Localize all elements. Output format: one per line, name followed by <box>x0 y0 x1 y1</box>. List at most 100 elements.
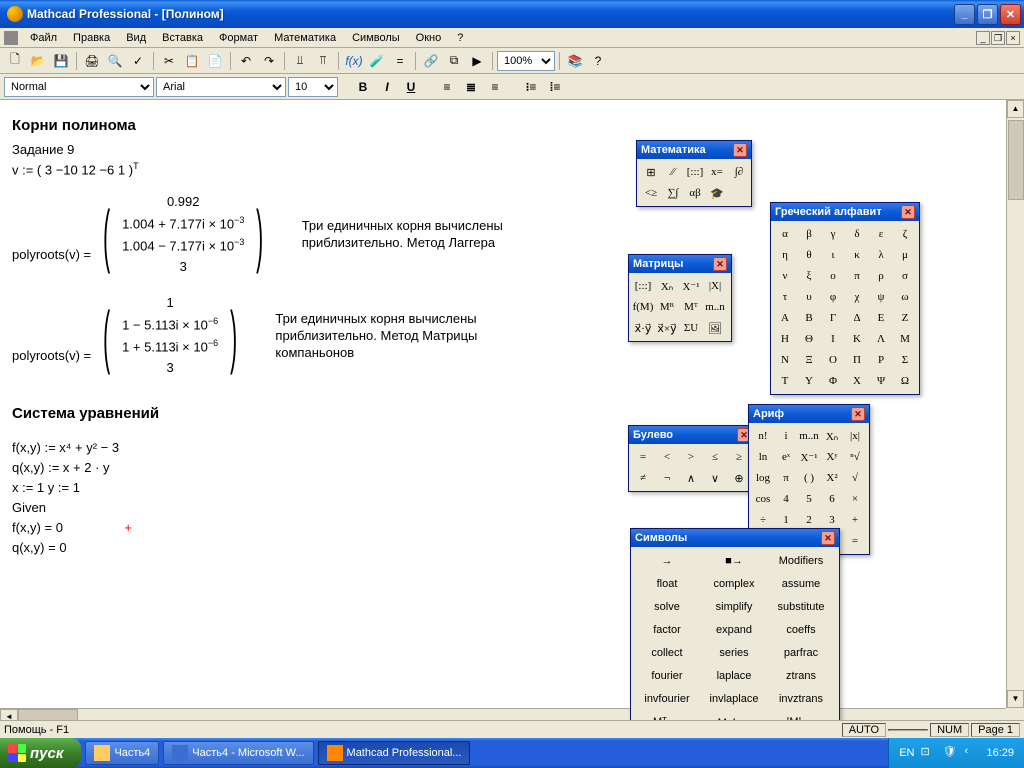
align-right-button[interactable]: ≡ <box>484 76 506 98</box>
palette-button[interactable]: 6 <box>821 489 843 509</box>
palette-button[interactable]: 🖼 <box>704 318 726 338</box>
style-combo[interactable]: Normal <box>4 77 154 97</box>
palette-button[interactable]: Χ <box>846 371 868 391</box>
palette-button[interactable]: [:::] <box>684 162 706 182</box>
palette-button[interactable]: substitute <box>768 596 834 618</box>
font-combo[interactable]: Arial <box>156 77 286 97</box>
palette-button[interactable]: Υ <box>798 371 820 391</box>
palette-button[interactable]: ■→ <box>701 550 767 572</box>
palette-button[interactable]: ¬ <box>656 468 678 488</box>
palette-button[interactable]: α <box>774 224 796 244</box>
palette-button[interactable]: λ <box>870 245 892 265</box>
paste-button[interactable]: 📄 <box>204 50 226 72</box>
palette-button[interactable]: laplace <box>701 665 767 687</box>
palette-button[interactable]: complex <box>701 573 767 595</box>
palette-button[interactable]: solve <box>634 596 700 618</box>
palette-button[interactable]: × <box>844 489 866 509</box>
palette-button[interactable]: ο <box>822 266 844 286</box>
palette-button[interactable]: Φ <box>822 371 844 391</box>
palette-button[interactable]: ω <box>894 287 916 307</box>
palette-button[interactable]: π <box>846 266 868 286</box>
palette-button[interactable]: fourier <box>634 665 700 687</box>
palette-button[interactable]: x= <box>706 162 728 182</box>
palette-button[interactable]: [:::] <box>632 276 654 296</box>
palette-button[interactable]: n! <box>752 426 774 446</box>
palette-button[interactable]: float <box>634 573 700 595</box>
redo-button[interactable]: ↷ <box>258 50 280 72</box>
symbols-palette[interactable]: Символы✕ →■→Modifiersfloatcomplexassumes… <box>630 528 840 737</box>
palette-button[interactable]: ∧ <box>680 468 702 488</box>
menu-Вид[interactable]: Вид <box>118 30 154 46</box>
palette-button[interactable]: 🎓 <box>706 183 728 203</box>
palette-button[interactable]: Ε <box>870 308 892 328</box>
menu-Вставка[interactable]: Вставка <box>154 30 211 46</box>
palette-button[interactable]: ∕⁄ <box>662 162 684 182</box>
tray-icon[interactable]: 🛡 <box>942 745 958 761</box>
palette-button[interactable]: ∫∂ <box>728 162 750 182</box>
palette-button[interactable]: γ <box>822 224 844 244</box>
palette-button[interactable]: < <box>656 447 678 467</box>
menu-?[interactable]: ? <box>449 30 471 46</box>
palette-button[interactable]: x⃗·y⃗ <box>632 318 654 338</box>
function-button[interactable]: f(x) <box>343 50 365 72</box>
menu-Математика[interactable]: Математика <box>266 30 344 46</box>
menu-Формат[interactable]: Формат <box>211 30 266 46</box>
palette-button[interactable]: θ <box>798 245 820 265</box>
palette-button[interactable]: ( ) <box>798 468 820 488</box>
palette-button[interactable]: δ <box>846 224 868 244</box>
palette-button[interactable]: Μ <box>894 329 916 349</box>
palette-button[interactable]: Xʸ <box>821 447 843 467</box>
palette-button[interactable]: ln <box>752 447 774 467</box>
palette-button[interactable]: coeffs <box>768 619 834 641</box>
resource-button[interactable]: 📚 <box>564 50 586 72</box>
close-icon[interactable]: ✕ <box>901 205 915 219</box>
palette-button[interactable]: f(M) <box>632 297 654 317</box>
palette-button[interactable]: i <box>775 426 797 446</box>
palette-button[interactable]: √ <box>844 468 866 488</box>
mdi-restore-button[interactable]: ❐ <box>991 31 1005 45</box>
palette-button[interactable]: collect <box>634 642 700 664</box>
palette-button[interactable]: ⊕ <box>728 468 750 488</box>
bool-palette[interactable]: Булево✕ =<>≤≥≠¬∧∨⊕ <box>628 425 756 492</box>
palette-button[interactable]: 2 <box>798 510 820 530</box>
palette-button[interactable]: η <box>774 245 796 265</box>
palette-button[interactable]: Σ <box>894 350 916 370</box>
palette-button[interactable]: π <box>775 468 797 488</box>
palette-button[interactable]: ι <box>822 245 844 265</box>
palette-button[interactable]: Ω <box>894 371 916 391</box>
copy-button[interactable]: 📋 <box>181 50 203 72</box>
palette-button[interactable]: X⁻¹ <box>798 447 820 467</box>
minimize-button[interactable]: _ <box>954 4 975 25</box>
palette-button[interactable]: υ <box>798 287 820 307</box>
palette-button[interactable]: Xₙ <box>821 426 843 446</box>
palette-button[interactable]: αβ <box>684 183 706 203</box>
palette-button[interactable]: Θ <box>798 329 820 349</box>
menu-Символы[interactable]: Символы <box>344 30 408 46</box>
menu-Файл[interactable]: Файл <box>22 30 65 46</box>
palette-button[interactable]: Λ <box>870 329 892 349</box>
palette-button[interactable]: Ψ <box>870 371 892 391</box>
palette-button[interactable]: ≠ <box>632 468 654 488</box>
palette-button[interactable]: 4 <box>775 489 797 509</box>
palette-button[interactable]: Α <box>774 308 796 328</box>
palette-button[interactable]: ≤ <box>704 447 726 467</box>
palette-button[interactable]: κ <box>846 245 868 265</box>
palette-button[interactable]: = <box>632 447 654 467</box>
save-button[interactable]: 💾 <box>50 50 72 72</box>
mdi-minimize-button[interactable]: _ <box>976 31 990 45</box>
underline-button[interactable]: U <box>400 76 422 98</box>
palette-button[interactable]: X⁻¹ <box>680 276 702 296</box>
palette-button[interactable]: Η <box>774 329 796 349</box>
italic-button[interactable]: I <box>376 76 398 98</box>
align-left-button[interactable]: ≡ <box>436 76 458 98</box>
menu-Правка[interactable]: Правка <box>65 30 118 46</box>
palette-button[interactable]: Π <box>846 350 868 370</box>
component-button[interactable]: ⧉ <box>443 50 465 72</box>
palette-button[interactable]: ξ <box>798 266 820 286</box>
tray-chevron-icon[interactable]: ‹ <box>964 745 980 761</box>
help-button[interactable]: ? <box>587 50 609 72</box>
palette-button[interactable]: 5 <box>798 489 820 509</box>
palette-button[interactable]: ΣU <box>680 318 702 338</box>
palette-button[interactable]: ≥ <box>728 447 750 467</box>
palette-button[interactable]: ÷ <box>752 510 774 530</box>
